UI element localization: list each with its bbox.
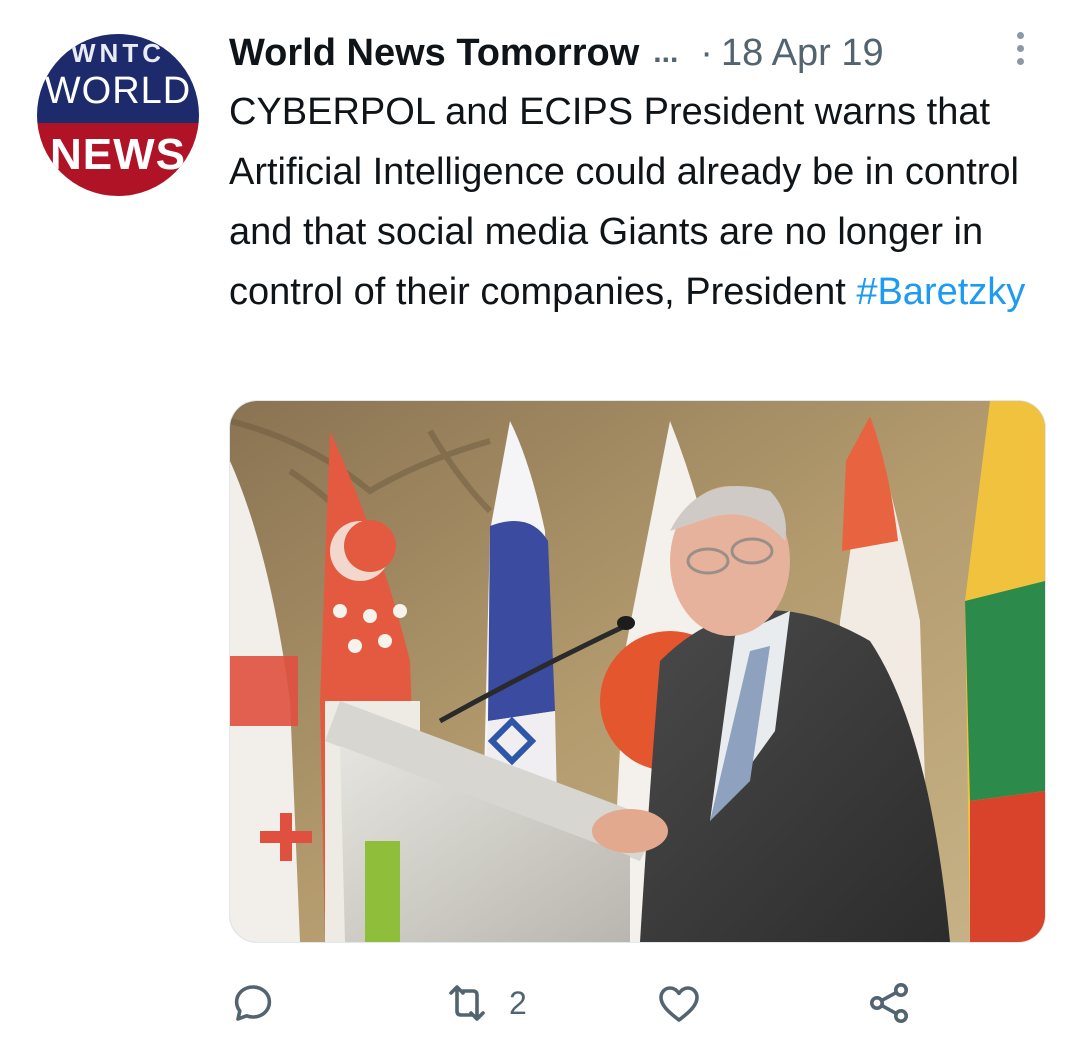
retweet-count: 2 <box>509 984 527 1021</box>
reply-icon <box>234 985 272 1021</box>
tweet[interactable]: WNTC WORLD NEWS World News Tomorrow ... … <box>0 0 1080 1062</box>
tweet-header: World News Tomorrow ... · 18 Apr 19 <box>229 28 1049 78</box>
hashtag-link[interactable]: #Baretzky <box>856 271 1025 313</box>
avatar-logo-mid: WORLD <box>44 70 192 112</box>
share-icon <box>870 983 908 1023</box>
photo-image <box>230 401 1045 942</box>
more-options-icon[interactable] <box>1010 32 1030 72</box>
tweet-date[interactable]: 18 Apr 19 <box>721 32 884 75</box>
retweet-button[interactable]: 2 <box>441 975 527 1031</box>
share-button[interactable] <box>865 975 913 1031</box>
avatar-logo-top: WNTC <box>71 38 165 68</box>
reply-button[interactable] <box>229 975 293 1031</box>
like-button[interactable] <box>655 975 719 1031</box>
tweet-actions: 2 <box>229 975 1049 1035</box>
avatar-logo-bottom: NEWS <box>50 130 186 179</box>
header-separator: · <box>700 31 713 74</box>
author-name[interactable]: World News Tomorrow <box>229 32 639 75</box>
name-ellipsis: ... <box>653 36 679 69</box>
author-avatar[interactable]: WNTC WORLD NEWS <box>37 34 199 196</box>
tweet-photo[interactable] <box>229 400 1046 943</box>
heart-icon <box>659 986 699 1022</box>
retweet-icon <box>449 985 485 1021</box>
tweet-text: CYBERPOL and ECIPS President warns that … <box>229 82 1029 322</box>
